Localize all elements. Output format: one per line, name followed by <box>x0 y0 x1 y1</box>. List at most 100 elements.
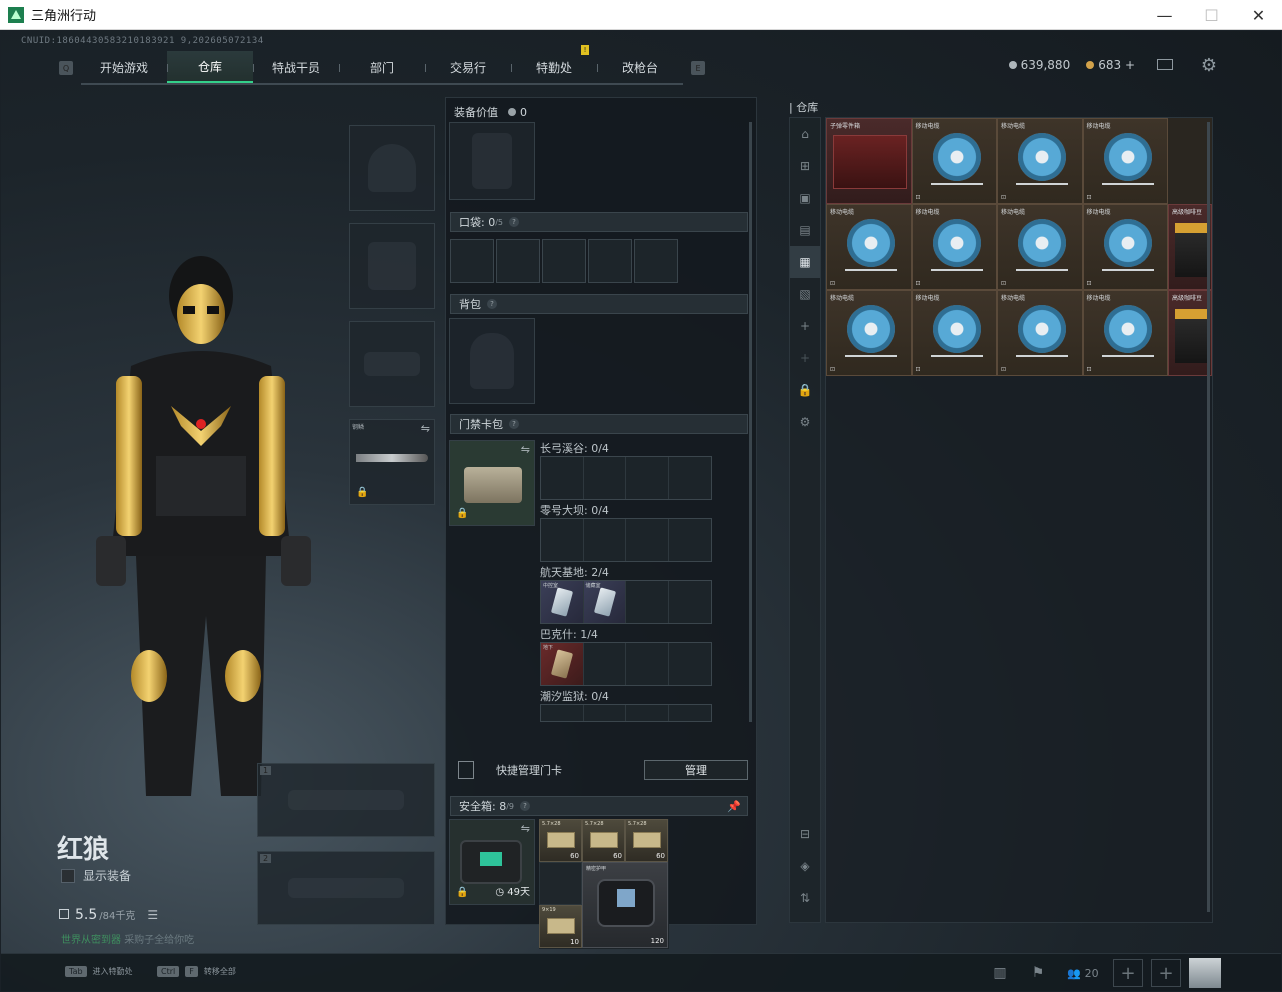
warehouse-item[interactable]: 移动电缆 ⊡ <box>911 204 997 290</box>
notification-badge: ! <box>581 45 589 55</box>
warehouse-item[interactable]: 移动电缆 ⊡ <box>997 204 1083 290</box>
warehouse-item[interactable]: 移动电缆 ⊡ <box>1082 204 1168 290</box>
keycard-case-slot[interactable]: ⇋ 🔒 <box>449 440 535 526</box>
add-tab-icon[interactable]: + <box>790 310 820 342</box>
mail-icon[interactable] <box>1157 59 1173 70</box>
scrollbar[interactable] <box>749 122 752 722</box>
stats-icon[interactable]: ▥ <box>985 959 1015 987</box>
coin-icon <box>508 108 516 116</box>
ammo-item[interactable]: 5.7×28 60 <box>582 819 625 862</box>
safebox-slot[interactable]: ⇋ 🔒 ◷ 49天 <box>449 819 535 905</box>
primary-weapon-slot[interactable]: 1 <box>257 763 435 837</box>
keycard-row[interactable] <box>540 518 712 562</box>
backpack-slot[interactable] <box>449 318 535 404</box>
hint-enter-special-ops[interactable]: Tab 进入特勤处 <box>65 966 133 977</box>
invite-slot-button[interactable]: + <box>1113 959 1143 987</box>
warehouse-scrollbar[interactable] <box>1207 122 1210 912</box>
ammo-item[interactable]: 9×19 10 <box>539 905 582 948</box>
pocket-slot[interactable] <box>634 239 678 283</box>
close-button[interactable]: ✕ <box>1235 0 1282 30</box>
quick-manage-bar: 快捷管理门卡 管理 <box>450 758 754 782</box>
warehouse-item[interactable]: 移动电缆 ⊡ <box>826 290 912 376</box>
category-items-icon[interactable]: ▦ <box>790 246 820 278</box>
tab-warehouse[interactable]: 仓库 <box>167 51 253 83</box>
keycard-row[interactable]: 地下 <box>540 642 712 686</box>
nav-next-key[interactable]: E <box>691 61 705 75</box>
chest-rig-slot[interactable] <box>449 122 535 200</box>
keycard-row[interactable] <box>540 456 712 500</box>
ammo-item[interactable]: 5.7×28 60 <box>625 819 668 862</box>
keycard-item[interactable]: 中控室 <box>541 581 584 623</box>
layers-icon[interactable]: ◈ <box>790 850 820 882</box>
help-icon[interactable]: ? <box>509 217 520 227</box>
warehouse-item[interactable]: 子弹零件箱 <box>826 118 912 204</box>
app-logo-icon <box>8 6 24 23</box>
category-equipment-icon[interactable]: ▣ <box>790 182 820 214</box>
category-ammo-icon[interactable]: ▤ <box>790 214 820 246</box>
tab-gunsmith[interactable]: 改枪台 <box>597 51 683 83</box>
warehouse-item[interactable]: 移动电缆 ⊡ <box>1082 118 1168 204</box>
secondary-weapon-slot[interactable]: 2 <box>257 851 435 925</box>
transfer-icon[interactable]: ⇅ <box>790 882 820 914</box>
warehouse-item[interactable]: 高级咖啡豆 <box>1168 204 1212 290</box>
category-weapons-icon[interactable]: ⊞ <box>790 150 820 182</box>
category-keys-icon[interactable]: ▧ <box>790 278 820 310</box>
warehouse-item[interactable]: 移动电缆 ⊡ <box>997 118 1083 204</box>
melee-slot[interactable]: 钢鳞 ⇋ 🔒 <box>349 419 435 505</box>
settings-gear-icon[interactable]: ⚙ <box>1201 55 1217 76</box>
swap-icon[interactable]: ⇋ <box>521 443 530 456</box>
settings-icon[interactable]: ⚙ <box>790 406 820 438</box>
warehouse-item[interactable]: 移动电缆 ⊡ <box>911 118 997 204</box>
tab-start-game[interactable]: 开始游戏 <box>81 51 167 83</box>
warehouse-item[interactable]: 移动电缆 ⊡ <box>997 290 1083 376</box>
tab-trade[interactable]: 交易行 <box>425 51 511 83</box>
friends-icon[interactable]: 👥 20 <box>1061 959 1105 987</box>
player-avatar[interactable] <box>1189 958 1221 988</box>
pocket-slot[interactable] <box>588 239 632 283</box>
keycard-item[interactable]: 地下 <box>541 643 584 685</box>
keycard-row[interactable] <box>540 704 712 722</box>
empty-cell[interactable] <box>539 862 582 905</box>
checkbox[interactable] <box>61 868 75 883</box>
manage-button[interactable]: 管理 <box>644 760 748 780</box>
tab-operators[interactable]: 特战干员 <box>253 51 339 83</box>
bottom-bar: Tab 进入特勤处 Ctrl F 转移全部 ▥ ⚑ 👥 20 + + <box>1 953 1281 991</box>
pocket-slot[interactable] <box>496 239 540 283</box>
tab-department[interactable]: 部门 <box>339 51 425 83</box>
swap-icon[interactable]: ⇋ <box>521 822 530 835</box>
lock-icon[interactable]: 🔒 <box>790 374 820 406</box>
warehouse-item[interactable]: 高级咖啡豆 <box>1168 290 1212 376</box>
ammo-item[interactable]: 5.7×28 60 <box>539 819 582 862</box>
add-currency-button[interactable]: + <box>1125 58 1135 72</box>
warehouse-item[interactable]: 移动电缆 ⊡ <box>1082 290 1168 376</box>
hint-transfer-all[interactable]: Ctrl F 转移全部 <box>157 966 236 977</box>
armor-slot[interactable] <box>349 223 435 309</box>
help-icon[interactable]: ? <box>487 299 497 309</box>
invite-slot-button[interactable]: + <box>1151 959 1181 987</box>
category-all-icon[interactable]: ⌂ <box>790 118 820 150</box>
help-icon[interactable]: ? <box>520 801 531 811</box>
sort-icon[interactable]: ⊟ <box>790 818 820 850</box>
swap-icon[interactable]: ⇋ <box>421 422 430 435</box>
list-icon[interactable]: ☰ <box>147 908 158 922</box>
maximize-button[interactable]: ☐ <box>1188 0 1235 30</box>
equipment-value: 装备价值 0 <box>454 105 527 120</box>
help-icon[interactable]: ? <box>509 419 519 429</box>
pin-icon[interactable]: 📌 <box>727 800 741 813</box>
keycard-row[interactable]: 中控室 储藏室 <box>540 580 712 624</box>
helmet-slot[interactable] <box>349 125 435 211</box>
add-tab-icon[interactable]: + <box>790 342 820 374</box>
show-equipment-toggle[interactable]: 显示装备 <box>61 867 131 884</box>
warehouse-panel: | 仓库 ⌂ ⊞ ▣ ▤ ▦ ▧ + + 🔒 ⚙ ⊟ ◈ ⇅ 子弹零件箱 移动电… <box>787 99 1217 925</box>
warehouse-item[interactable]: 移动电缆 ⊡ <box>911 290 997 376</box>
flag-icon[interactable]: ⚑ <box>1023 959 1053 987</box>
pistol-slot[interactable] <box>349 321 435 407</box>
armor-plate-item[interactable]: 精密护甲 120 <box>582 862 668 948</box>
warehouse-item[interactable]: 移动电缆 ⊡ <box>826 204 912 290</box>
pocket-slot[interactable] <box>542 239 586 283</box>
nav-prev-key[interactable]: Q <box>59 61 73 75</box>
minimize-button[interactable]: — <box>1141 0 1188 30</box>
pocket-slot[interactable] <box>450 239 494 283</box>
tab-special-ops[interactable]: 特勤处! <box>511 45 597 83</box>
keycard-item[interactable]: 储藏室 <box>583 581 626 623</box>
